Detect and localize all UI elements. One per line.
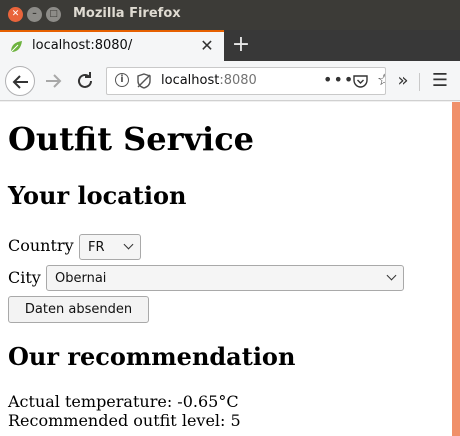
country-select-value: FR [88, 240, 105, 255]
recommendation-heading: Our recommendation [8, 342, 296, 371]
url-text[interactable]: localhost:8080 [161, 73, 257, 88]
reload-icon[interactable] [70, 66, 100, 96]
tab-strip: localhost:8080/ ✕ + [0, 30, 460, 61]
page-scrollbar[interactable] [452, 102, 460, 436]
outfit-level-text: Recommended outfit level: 5 [8, 411, 241, 430]
chevron-down-icon [123, 239, 134, 250]
chevron-down-icon [386, 270, 397, 281]
hamburger-icon[interactable]: ☰ [425, 66, 455, 96]
close-icon[interactable]: ✕ [198, 37, 216, 55]
close-icon[interactable]: ✕ [8, 7, 23, 22]
minimize-icon[interactable]: – [27, 7, 42, 22]
url-port: :8080 [219, 73, 257, 88]
location-heading: Your location [8, 181, 187, 210]
country-select[interactable]: FR [79, 234, 141, 260]
navigation-toolbar: i localhost:8080 ••• ☆ » ☰ [0, 61, 460, 101]
city-select[interactable]: Obernai [46, 265, 404, 291]
star-icon[interactable]: ☆ [377, 70, 385, 89]
page-content: Outfit Service Your location Country FR … [0, 102, 452, 436]
submit-button[interactable]: Daten absenden [8, 296, 149, 323]
window-title: Mozilla Firefox [73, 6, 181, 21]
tab-localhost[interactable]: localhost:8080/ ✕ [0, 30, 224, 61]
arrow-right-icon[interactable] [38, 66, 68, 96]
info-icon[interactable]: i [115, 73, 129, 87]
page-title: Outfit Service [8, 120, 255, 158]
toolbar-divider [419, 73, 420, 91]
tab-title: localhost:8080/ [32, 38, 133, 53]
window-titlebar: ✕ – □ Mozilla Firefox [0, 0, 460, 30]
url-bar[interactable]: i localhost:8080 ••• ☆ [106, 67, 386, 95]
maximize-icon[interactable]: □ [46, 7, 61, 22]
arrow-left-icon[interactable] [5, 66, 35, 96]
temperature-text: Actual temperature: -0.65°C [8, 392, 239, 411]
country-label: Country [8, 236, 74, 255]
city-select-value: Obernai [55, 271, 107, 286]
url-host: localhost [161, 73, 220, 88]
pocket-icon[interactable] [353, 74, 368, 88]
more-icon[interactable]: ••• [323, 70, 354, 89]
tracking-protection-icon[interactable] [136, 73, 152, 89]
city-label: City [8, 268, 41, 287]
plus-icon[interactable]: + [230, 32, 252, 58]
leaf-icon [10, 41, 22, 53]
chevron-double-right-icon[interactable]: » [390, 66, 416, 96]
